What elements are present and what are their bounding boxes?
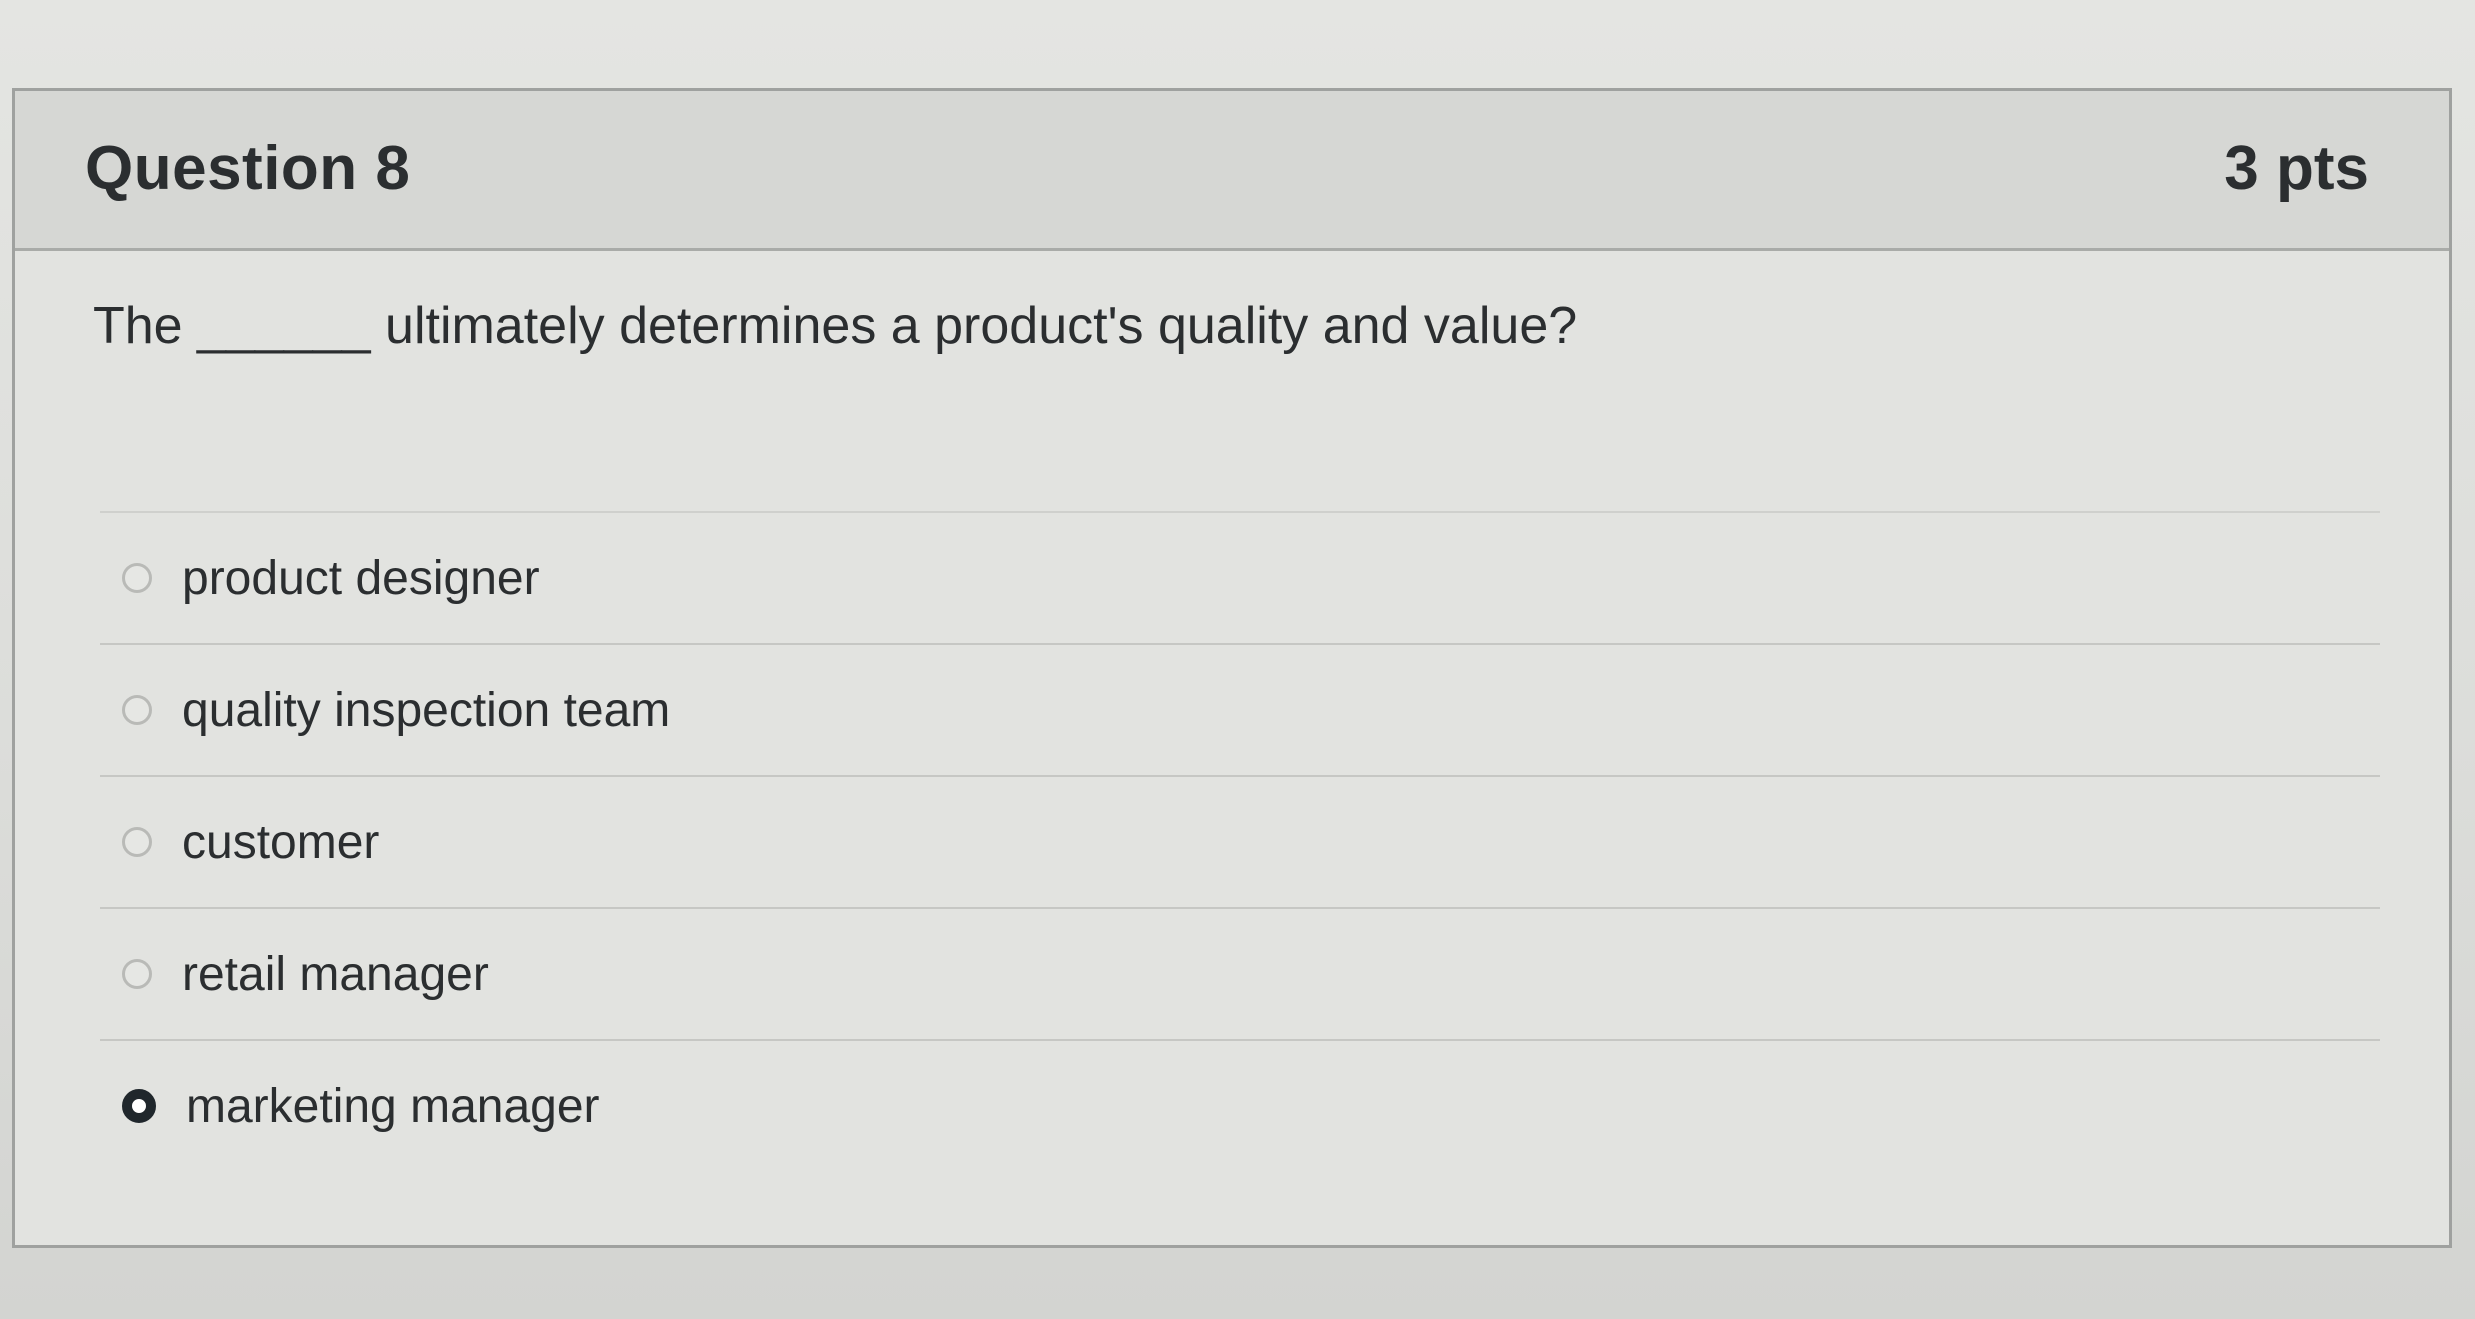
answer-option-customer[interactable]: customer <box>100 775 2380 907</box>
answer-label: customer <box>182 815 380 869</box>
question-header: Question 8 3 pts <box>15 91 2449 251</box>
radio-button[interactable] <box>122 827 152 857</box>
question-points: 3 pts <box>2224 134 2369 203</box>
answer-option-retail-manager[interactable]: retail manager <box>100 907 2380 1039</box>
screen: Question 8 3 pts The ______ ultimately d… <box>0 0 2475 1319</box>
question-text: The ______ ultimately determines a produ… <box>93 297 1578 355</box>
answer-list: product designer quality inspection team… <box>100 511 2380 1171</box>
question-card: Question 8 3 pts The ______ ultimately d… <box>12 88 2452 1248</box>
radio-button[interactable] <box>122 695 152 725</box>
answer-option-marketing-manager[interactable]: marketing manager <box>100 1039 2380 1171</box>
radio-button[interactable] <box>122 959 152 989</box>
answer-option-quality-inspection-team[interactable]: quality inspection team <box>100 643 2380 775</box>
radio-button-selected[interactable] <box>122 1089 156 1123</box>
answer-label: marketing manager <box>186 1079 600 1133</box>
answer-label: retail manager <box>182 947 489 1001</box>
radio-button[interactable] <box>122 563 152 593</box>
question-title: Question 8 <box>85 134 411 203</box>
answer-label: product designer <box>182 551 540 605</box>
answer-option-product-designer[interactable]: product designer <box>100 511 2380 643</box>
answer-label: quality inspection team <box>182 683 671 737</box>
